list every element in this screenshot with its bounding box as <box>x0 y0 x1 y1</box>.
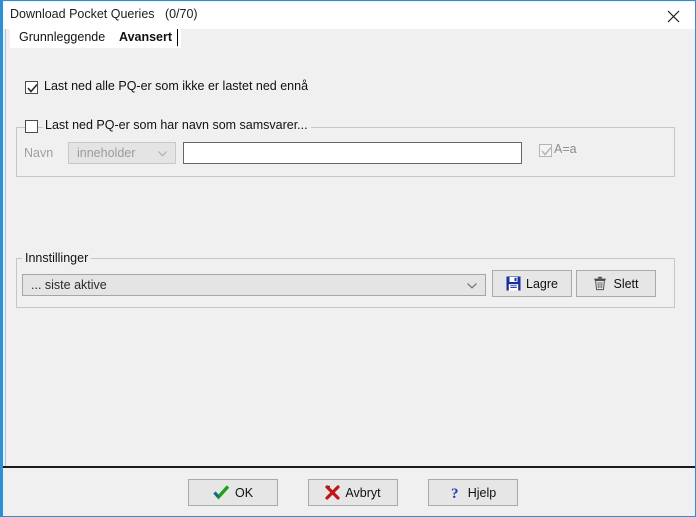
settings-preset-value: ... siste aktive <box>31 278 107 292</box>
delete-settings-label: Slett <box>613 276 639 291</box>
checkmark-icon <box>27 83 38 93</box>
delete-settings-button[interactable]: Slett <box>576 270 656 297</box>
close-icon <box>667 10 680 23</box>
dialog-client-area: Last ned alle PQ-er som ikke er lastet n… <box>2 48 695 466</box>
tab-grunnleggende[interactable]: Grunnleggende <box>10 27 116 48</box>
svg-text:?: ? <box>451 486 459 501</box>
settings-groupbox-title: Innstillinger <box>22 251 92 265</box>
name-match-input[interactable] <box>183 142 522 164</box>
save-settings-button[interactable]: Lagre <box>492 270 572 297</box>
download-all-label[interactable]: Last ned alle PQ-er som ikke er lastet n… <box>44 79 308 93</box>
name-match-checkbox[interactable] <box>25 120 38 133</box>
save-settings-label: Lagre <box>526 276 558 291</box>
chevron-down-icon <box>158 151 167 157</box>
window-left-border <box>1 1 3 516</box>
ok-label: OK <box>234 485 254 500</box>
cancel-label: Avbryt <box>345 485 381 500</box>
case-sensitive-checkbox[interactable] <box>539 144 552 157</box>
name-operator-value: inneholder <box>77 146 136 160</box>
title-bar: Download Pocket Queries (0/70) <box>2 2 695 29</box>
download-all-checkbox[interactable] <box>25 81 38 94</box>
cancel-button[interactable]: Avbryt <box>308 479 398 506</box>
close-button[interactable] <box>651 2 695 29</box>
red-x-icon <box>325 485 340 500</box>
blue-question-icon: ? <box>451 486 459 501</box>
help-label: Hjelp <box>467 485 497 500</box>
chevron-down-icon <box>467 283 477 289</box>
case-sensitive-label: A=a <box>554 142 577 156</box>
tab-grunnleggende-label: Grunnleggende <box>19 30 106 44</box>
tab-strip: Grunnleggende Avansert <box>6 27 695 48</box>
name-operator-select[interactable]: inneholder <box>68 142 176 164</box>
checkmark-icon <box>541 146 552 156</box>
trash-icon <box>594 276 607 291</box>
client-left-edge <box>5 29 6 466</box>
window-title: Download Pocket Queries (0/70) <box>10 7 198 21</box>
ok-button[interactable]: OK <box>188 479 278 506</box>
name-field-label: Navn <box>24 146 54 160</box>
download-pocket-queries-dialog: Download Pocket Queries (0/70) Grunnlegg… <box>0 0 696 517</box>
tab-avansert-label: Avansert <box>119 30 173 44</box>
tab-caret <box>177 29 178 46</box>
tab-avansert[interactable]: Avansert <box>110 27 182 48</box>
settings-preset-select[interactable]: ... siste aktive <box>22 274 486 296</box>
green-check-icon <box>213 485 230 500</box>
help-button[interactable]: ? Hjelp <box>428 479 518 506</box>
name-match-label[interactable]: Last ned PQ-er som har navn som samsvare… <box>43 118 311 132</box>
floppy-disk-icon <box>506 276 521 291</box>
